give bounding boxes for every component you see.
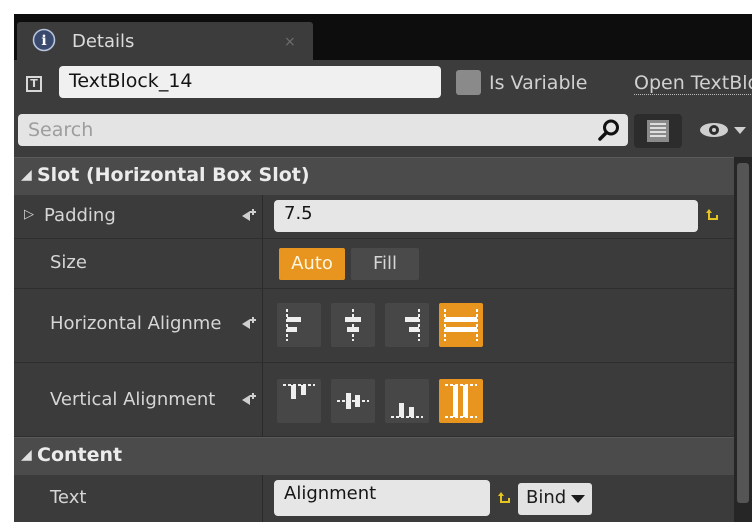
align-left-icon xyxy=(286,309,301,341)
horizontal-alignment-label: Horizontal Alignme xyxy=(50,313,222,334)
slot-section-title: Slot (Horizontal Box Slot) xyxy=(37,164,310,186)
align-middle-icon xyxy=(337,393,369,409)
reset-to-default-icon[interactable] xyxy=(240,207,258,225)
revert-arrow-icon[interactable] xyxy=(498,492,512,506)
details-panel: i Details × T TextBlock_14 Is Variable O… xyxy=(14,14,752,522)
column-divider xyxy=(262,195,263,238)
scrollbar-thumb[interactable] xyxy=(737,163,749,503)
align-right-button[interactable] xyxy=(385,303,429,347)
align-top-button[interactable] xyxy=(277,379,321,423)
vertical-scrollbar[interactable] xyxy=(734,157,752,522)
revert-arrow-icon[interactable] xyxy=(706,209,720,223)
tab-details[interactable]: i Details × xyxy=(17,22,313,60)
text-block-icon: T xyxy=(26,76,42,92)
vertical-alignment-row: Vertical Alignment xyxy=(14,363,734,437)
text-row: Text Alignment Bind xyxy=(14,475,734,522)
content-section-header[interactable]: ◢ Content xyxy=(14,437,734,475)
dropdown-arrow-icon xyxy=(571,495,585,503)
text-label: Text xyxy=(50,487,87,508)
search-icon[interactable] xyxy=(594,118,624,142)
info-icon: i xyxy=(32,28,56,52)
align-center-icon xyxy=(345,309,361,341)
column-divider xyxy=(262,475,263,522)
size-auto-button[interactable]: Auto xyxy=(279,248,345,280)
padding-label: Padding xyxy=(44,205,116,226)
align-bottom-button[interactable] xyxy=(385,379,429,423)
eye-icon[interactable] xyxy=(696,118,750,142)
is-variable-label: Is Variable xyxy=(489,72,588,94)
size-fill-button[interactable]: Fill xyxy=(351,248,419,280)
tab-strip: i Details × xyxy=(14,14,752,60)
bind-label: Bind xyxy=(526,487,567,508)
text-value-input[interactable]: Alignment xyxy=(274,480,490,516)
expand-arrow-icon[interactable]: ▷ xyxy=(24,207,34,222)
align-left-button[interactable] xyxy=(277,303,321,347)
is-variable-checkbox[interactable] xyxy=(456,70,481,95)
size-label: Size xyxy=(50,252,87,273)
align-top-icon xyxy=(283,384,315,399)
open-textblock-link[interactable]: Open TextBlock xyxy=(634,72,752,95)
align-right-icon xyxy=(405,309,420,341)
align-fill-icon xyxy=(445,384,477,418)
align-center-button[interactable] xyxy=(331,303,375,347)
column-divider xyxy=(262,289,263,362)
column-divider xyxy=(262,239,263,288)
padding-input[interactable]: 7.5 xyxy=(274,200,698,232)
align-bottom-icon xyxy=(391,403,423,418)
horizontal-alignment-row: Horizontal Alignme xyxy=(14,289,734,363)
vertical-alignment-label: Vertical Alignment xyxy=(50,389,216,410)
slot-section-header[interactable]: ◢ Slot (Horizontal Box Slot) xyxy=(14,157,734,195)
reset-to-default-icon[interactable] xyxy=(240,391,258,409)
svg-text:i: i xyxy=(41,33,46,49)
search-row: Search xyxy=(14,110,752,157)
widget-name-input[interactable]: TextBlock_14 xyxy=(59,66,441,98)
content-section-title: Content xyxy=(37,444,123,466)
collapse-arrow-icon: ◢ xyxy=(21,167,32,183)
align-fill-icon xyxy=(444,309,478,341)
column-divider xyxy=(262,363,263,436)
align-fill-vertical-button[interactable] xyxy=(439,379,483,423)
padding-row: ▷ Padding 7.5 xyxy=(14,195,734,239)
align-fill-horizontal-button[interactable] xyxy=(439,303,483,347)
bind-dropdown-button[interactable]: Bind xyxy=(518,483,592,515)
tab-title: Details xyxy=(72,31,135,52)
close-icon[interactable]: × xyxy=(284,34,296,50)
reset-to-default-icon[interactable] xyxy=(240,315,258,333)
collapse-arrow-icon: ◢ xyxy=(21,447,32,463)
align-middle-button[interactable] xyxy=(331,379,375,423)
property-matrix-button[interactable] xyxy=(634,114,682,148)
size-row: Size Auto Fill xyxy=(14,239,734,289)
grid-icon xyxy=(647,120,669,142)
search-input[interactable]: Search xyxy=(18,114,628,146)
widget-name-row: T TextBlock_14 Is Variable Open TextBloc… xyxy=(14,60,752,110)
